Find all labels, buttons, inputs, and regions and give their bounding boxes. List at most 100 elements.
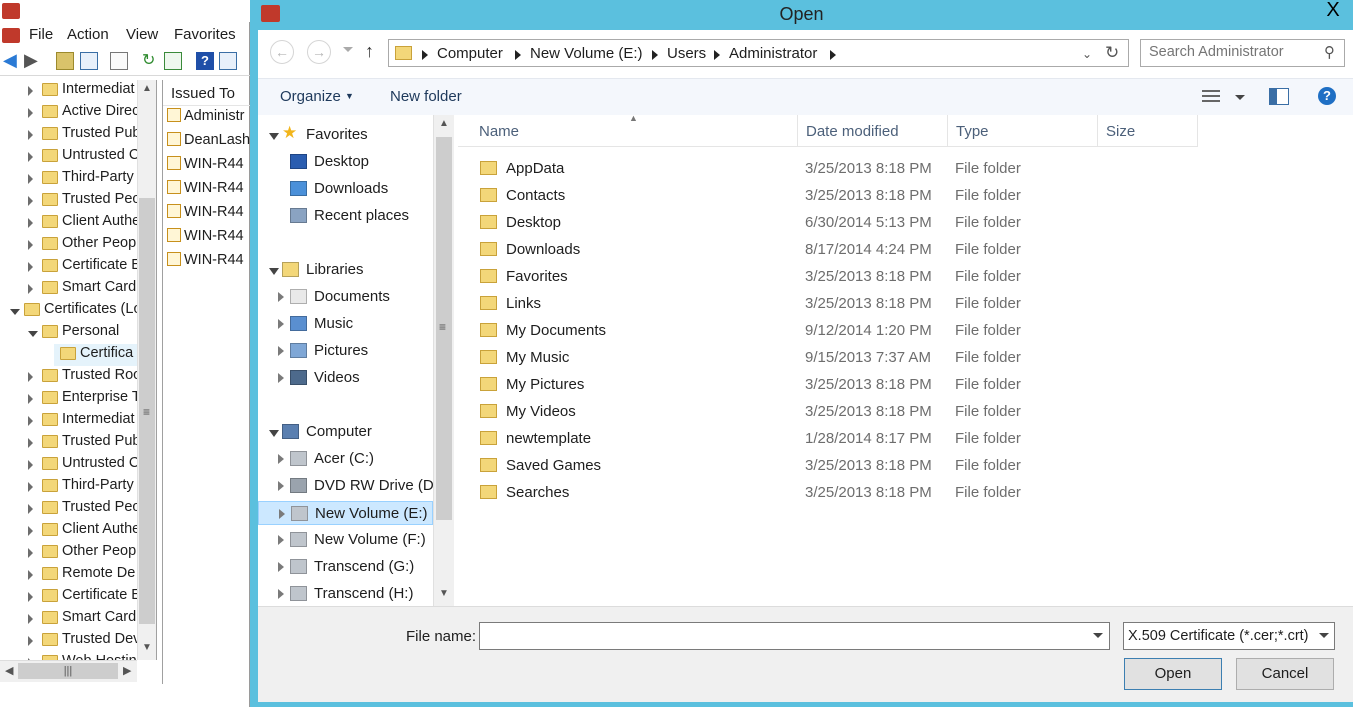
expand-arrow-icon[interactable]	[278, 319, 284, 329]
view-options-icon[interactable]	[1202, 90, 1220, 105]
nav-item-documents[interactable]: Documents	[258, 285, 433, 309]
expand-arrow-icon[interactable]	[28, 504, 33, 514]
close-button[interactable]: X	[1313, 0, 1353, 20]
expand-arrow-icon[interactable]	[269, 133, 279, 140]
open-button[interactable]: Open	[1124, 658, 1222, 690]
tree-vertical-scrollbar[interactable]: ▲ ≡ ▼	[137, 80, 156, 660]
file-type-filter[interactable]: X.509 Certificate (*.cer;*.crt)	[1123, 622, 1335, 650]
nav-item-downloads[interactable]: Downloads	[258, 177, 433, 201]
breadcrumb-separator-icon[interactable]	[830, 50, 836, 60]
column-header-name[interactable]: Name	[471, 115, 798, 147]
menu-favorites[interactable]: Favorites	[174, 26, 236, 43]
recent-locations-chevron-icon[interactable]	[343, 47, 353, 52]
expand-arrow-icon[interactable]	[278, 373, 284, 383]
nav-item-libraries[interactable]: Libraries	[258, 258, 433, 282]
column-header-size[interactable]: Size	[1098, 115, 1198, 147]
breadcrumb-new-volume-e[interactable]: New Volume (E:)	[530, 45, 643, 62]
expand-arrow-icon[interactable]	[28, 570, 33, 580]
nav-item-pictures[interactable]: Pictures	[258, 339, 433, 363]
certificate-list-item[interactable]: Administr	[167, 108, 244, 130]
scroll-up-icon[interactable]: ▲	[439, 118, 449, 129]
expand-arrow-icon[interactable]	[28, 196, 33, 206]
nav-item-transcend-h[interactable]: Transcend (H:)	[258, 582, 433, 606]
refresh-icon[interactable]: ↻	[1105, 43, 1119, 63]
scroll-down-icon[interactable]: ▼	[142, 642, 152, 653]
nav-item-new-volume-e[interactable]: New Volume (E:)	[258, 501, 433, 525]
nav-item-desktop[interactable]: Desktop	[258, 150, 433, 174]
expand-arrow-icon[interactable]	[269, 430, 279, 437]
search-icon[interactable]: ⚲	[1324, 43, 1335, 61]
scroll-down-icon[interactable]: ▼	[439, 588, 449, 599]
expand-arrow-icon[interactable]	[278, 562, 284, 572]
file-row[interactable]: My Documents 9/12/2014 1:20 PM File folder	[458, 317, 1353, 344]
expand-arrow-icon[interactable]	[28, 240, 33, 250]
expand-arrow-icon[interactable]	[28, 174, 33, 184]
certificate-list-item[interactable]: WIN-R44	[167, 156, 244, 178]
expand-arrow-icon[interactable]	[28, 331, 38, 337]
back-button[interactable]: ←	[270, 40, 294, 64]
expand-arrow-icon[interactable]	[278, 292, 284, 302]
preview-pane-icon[interactable]	[1269, 88, 1289, 105]
menu-view[interactable]: View	[126, 26, 158, 43]
expand-arrow-icon[interactable]	[278, 454, 284, 464]
expand-arrow-icon[interactable]	[279, 509, 285, 519]
file-row[interactable]: Saved Games 3/25/2013 8:18 PM File folder	[458, 452, 1353, 479]
breadcrumb-computer[interactable]: Computer	[437, 45, 503, 62]
nav-item-favorites[interactable]: ★ Favorites	[258, 123, 433, 147]
breadcrumb-separator-icon[interactable]	[714, 50, 720, 60]
expand-arrow-icon[interactable]	[278, 346, 284, 356]
up-folder-icon[interactable]	[56, 52, 74, 70]
export-list-icon[interactable]	[164, 52, 182, 70]
filter-dropdown-icon[interactable]	[1319, 633, 1329, 638]
expand-arrow-icon[interactable]	[28, 592, 33, 602]
nav-item-new-volume-f[interactable]: New Volume (F:)	[258, 528, 433, 552]
nav-item-acer-c[interactable]: Acer (C:)	[258, 447, 433, 471]
file-name-combobox[interactable]	[479, 622, 1110, 650]
file-row[interactable]: Links 3/25/2013 8:18 PM File folder	[458, 290, 1353, 317]
expand-arrow-icon[interactable]	[28, 526, 33, 536]
expand-arrow-icon[interactable]	[28, 482, 33, 492]
certificate-list-item[interactable]: DeanLash	[167, 132, 250, 154]
scroll-up-icon[interactable]: ▲	[142, 83, 152, 94]
breadcrumb-users[interactable]: Users	[667, 45, 706, 62]
breadcrumb-separator-icon[interactable]	[515, 50, 521, 60]
file-row[interactable]: Downloads 8/17/2014 4:24 PM File folder	[458, 236, 1353, 263]
nav-vertical-scrollbar[interactable]: ▲ ≡ ▼	[433, 115, 454, 606]
help-icon[interactable]: ?	[196, 52, 214, 70]
breadcrumb-administrator[interactable]: Administrator	[729, 45, 817, 62]
file-row[interactable]: My Videos 3/25/2013 8:18 PM File folder	[458, 398, 1353, 425]
search-input[interactable]	[1149, 44, 1319, 60]
expand-arrow-icon[interactable]	[28, 614, 33, 624]
file-row[interactable]: Contacts 3/25/2013 8:18 PM File folder	[458, 182, 1353, 209]
address-bar[interactable]: Computer New Volume (E:) Users Administr…	[388, 39, 1129, 67]
expand-arrow-icon[interactable]	[28, 394, 33, 404]
back-arrow-icon[interactable]: ◀	[3, 51, 21, 70]
show-hide-tree-icon[interactable]	[80, 52, 98, 70]
help-icon[interactable]: ?	[1318, 87, 1336, 105]
nav-item-videos[interactable]: Videos	[258, 366, 433, 390]
expand-arrow-icon[interactable]	[28, 460, 33, 470]
certificate-list-item[interactable]: WIN-R44	[167, 228, 244, 250]
certificate-list-item[interactable]: WIN-R44	[167, 204, 244, 226]
nav-item-dvd-rw-drive-d[interactable]: DVD RW Drive (D	[258, 474, 434, 498]
column-header-date-modified[interactable]: Date modified	[798, 115, 948, 147]
nav-item-music[interactable]: Music	[258, 312, 433, 336]
nav-item-recent-places[interactable]: Recent places	[258, 204, 433, 228]
file-row[interactable]: Searches 3/25/2013 8:18 PM File folder	[458, 479, 1353, 506]
forward-arrow-icon[interactable]: ▶	[24, 51, 42, 70]
expand-arrow-icon[interactable]	[28, 636, 33, 646]
view-dropdown-icon[interactable]	[1235, 95, 1245, 100]
expand-arrow-icon[interactable]	[28, 130, 33, 140]
address-dropdown-icon[interactable]: ⌄	[1082, 47, 1092, 61]
file-row[interactable]: My Music 9/15/2013 7:37 AM File folder	[458, 344, 1353, 371]
clipboard-icon[interactable]	[110, 52, 128, 70]
expand-arrow-icon[interactable]	[278, 589, 284, 599]
menu-action[interactable]: Action	[67, 26, 109, 43]
organize-button[interactable]: Organize ▼	[280, 88, 354, 105]
expand-arrow-icon[interactable]	[28, 86, 33, 96]
expand-arrow-icon[interactable]	[28, 416, 33, 426]
action-pane-icon[interactable]	[219, 52, 237, 70]
tree-hscroll-thumb[interactable]: |||	[18, 663, 118, 679]
expand-arrow-icon[interactable]	[28, 152, 33, 162]
breadcrumb-separator-icon[interactable]	[652, 50, 658, 60]
